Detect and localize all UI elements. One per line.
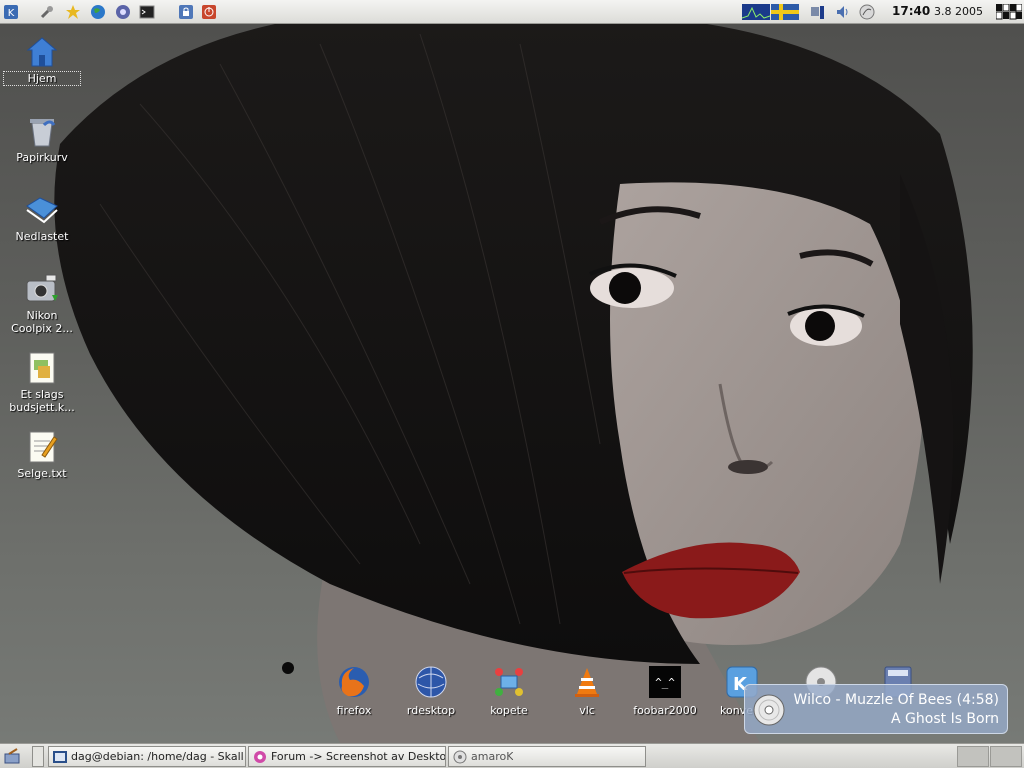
dock-item-label: vlc: [579, 704, 595, 717]
lock-icon[interactable]: [177, 3, 195, 21]
trash-icon: [30, 119, 56, 147]
desktop-icon-camera[interactable]: Nikon Coolpix 2...: [4, 271, 80, 335]
tools-icon[interactable]: [38, 3, 56, 21]
pager-desktop-1[interactable]: [957, 746, 989, 767]
swedish-flag-icon[interactable]: [771, 3, 799, 21]
terminal-icon[interactable]: [138, 3, 156, 21]
desktop-wallpaper[interactable]: [0, 24, 1024, 743]
desktop-icon-label: Nikon Coolpix 2...: [11, 309, 73, 335]
cpu-monitor-icon[interactable]: [742, 3, 770, 21]
dock-handle[interactable]: [282, 662, 294, 674]
dock-item-label: rdesktop: [406, 704, 456, 717]
desktop-icon-downloads[interactable]: Nedlastet: [4, 192, 80, 243]
task-label: dag@debian: /home/dag - Skall: [71, 750, 244, 763]
clock-date[interactable]: 3.8 2005: [934, 5, 983, 18]
osd-track-title: Wilco - Muzzle Of Bees (4:58): [793, 692, 999, 708]
browser-icon: [254, 750, 266, 763]
taskbar: dag@debian: /home/dag - Skall Forum -> S…: [0, 743, 1024, 768]
show-desktop-icon[interactable]: [3, 748, 23, 765]
desktop-icon-text-file[interactable]: Selge.txt: [4, 429, 80, 480]
task-label: amaroK: [471, 750, 514, 763]
desktop-icon-label: Hjem: [3, 71, 81, 86]
task-terminal[interactable]: dag@debian: /home/dag - Skall: [48, 746, 246, 767]
dock-item-label: firefox: [336, 704, 372, 717]
desktop-icon-label: Selge.txt: [17, 467, 67, 480]
dock-item-label: foobar2000: [633, 704, 697, 717]
dock-item-label: kopete: [490, 704, 528, 717]
foobar2000-icon: ^_^: [649, 666, 681, 698]
dock-item-vlc[interactable]: vlc: [549, 664, 625, 717]
konqueror-icon[interactable]: [114, 3, 132, 21]
star-icon[interactable]: [64, 3, 82, 21]
kde-menu-icon[interactable]: K: [2, 3, 20, 21]
terminal-icon: [53, 750, 67, 763]
clock-time[interactable]: 17:40: [892, 4, 930, 18]
svg-text:^_^: ^_^: [655, 676, 675, 689]
klipper-icon[interactable]: [858, 3, 876, 21]
desktop-icon-spreadsheet[interactable]: Et slags budsjett.k...: [4, 350, 80, 414]
amarok-icon: [453, 750, 467, 763]
desktop-icon-label: Nedlastet: [15, 230, 69, 243]
pager-desktop-2[interactable]: [990, 746, 1022, 767]
cd-disc-icon: [753, 694, 785, 726]
task-browser[interactable]: Forum -> Screenshot av Desktop: [248, 746, 446, 767]
kopete-icon: [495, 668, 523, 696]
firefox-icon: [339, 667, 369, 697]
desktop-icon-label: Et slags budsjett.k...: [9, 388, 75, 414]
downloads-folder-icon: [26, 197, 58, 224]
top-panel: K 17:40 3.8 2005: [0, 0, 1024, 24]
dock-item-foobar2000[interactable]: ^_^ foobar2000: [627, 664, 703, 717]
desktop-icon-label: Papirkurv: [16, 151, 68, 164]
text-file-icon: [29, 431, 58, 463]
rdesktop-icon: [415, 666, 447, 698]
desktop-icon-trash[interactable]: Papirkurv: [4, 113, 80, 164]
desktop-icon-home[interactable]: Hjem: [3, 34, 81, 86]
virtual-desktops-icon[interactable]: [996, 3, 1022, 21]
amarok-osd[interactable]: Wilco - Muzzle Of Bees (4:58) A Ghost Is…: [744, 684, 1008, 734]
camera-icon: [26, 274, 58, 302]
task-label: Forum -> Screenshot av Desktop: [271, 750, 445, 763]
taskbar-handle[interactable]: [32, 746, 44, 767]
dock-item-firefox[interactable]: firefox: [316, 664, 392, 717]
dock-item-kopete[interactable]: kopete: [471, 664, 547, 717]
task-amarok[interactable]: amaroK: [448, 746, 646, 767]
vlc-icon: [575, 668, 599, 697]
osd-album: A Ghost Is Born: [891, 711, 999, 727]
dock-item-rdesktop[interactable]: rdesktop: [393, 664, 469, 717]
spreadsheet-icon: [29, 352, 55, 384]
network-icon[interactable]: [808, 3, 826, 21]
wallpaper-portrait: [54, 24, 973, 743]
globe-icon[interactable]: [89, 3, 107, 21]
svg-text:K: K: [8, 8, 15, 19]
logout-icon[interactable]: [200, 3, 218, 21]
home-icon: [26, 37, 58, 67]
volume-icon[interactable]: [834, 3, 852, 21]
